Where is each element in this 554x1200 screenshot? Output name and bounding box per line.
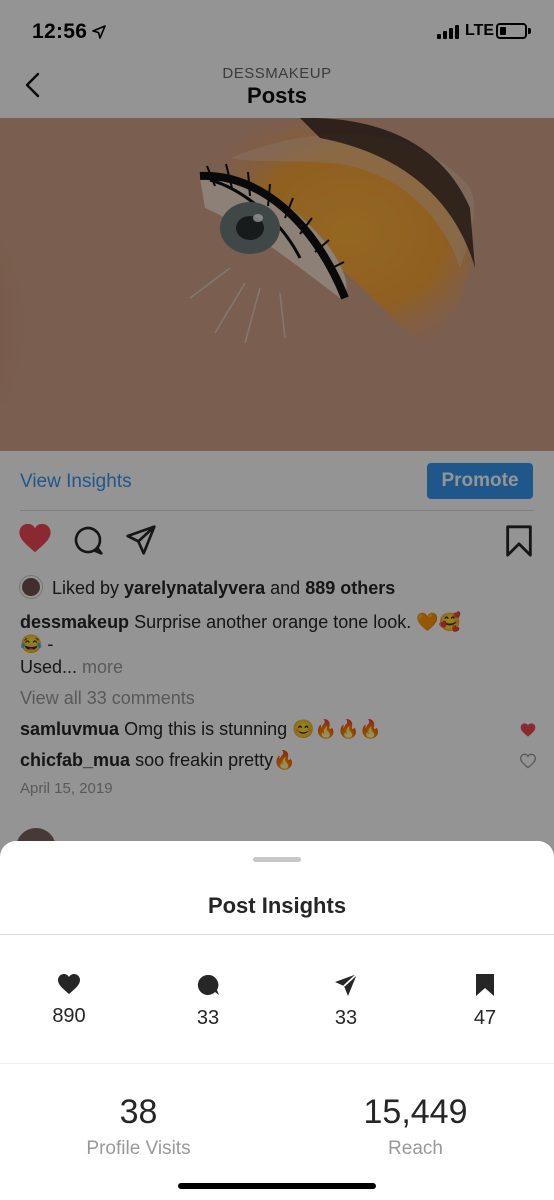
divider (0, 1063, 554, 1064)
metric-value: 47 (473, 1007, 497, 1029)
bookmark-icon (476, 974, 494, 996)
comment-icon (197, 974, 219, 995)
metric-likes: 890 (29, 973, 109, 1028)
divider (0, 934, 554, 935)
metric-shares: 33 (306, 973, 386, 1030)
insights-sheet: Post Insights 890 33 33 47 38 Profile Vi… (0, 841, 554, 1200)
home-indicator[interactable] (178, 1183, 376, 1189)
profile-visits-value: 38 (119, 1093, 158, 1131)
sheet-title: Post Insights (207, 893, 347, 918)
metric-value: 890 (52, 1005, 86, 1027)
profile-visits-label: Profile Visits (86, 1138, 191, 1159)
reach-stat: 15,449 Reach (277, 1093, 554, 1160)
metric-value: 33 (334, 1007, 358, 1029)
heart-icon (58, 974, 80, 994)
reach-value: 15,449 (363, 1093, 468, 1131)
sheet-grabber[interactable] (253, 857, 301, 862)
reach-label: Reach (388, 1138, 443, 1159)
metric-saves: 47 (445, 973, 525, 1030)
metric-comments: 33 (168, 973, 248, 1030)
share-icon (335, 973, 358, 996)
metric-value: 33 (196, 1007, 220, 1029)
profile-visits-stat: 38 Profile Visits (0, 1093, 277, 1160)
